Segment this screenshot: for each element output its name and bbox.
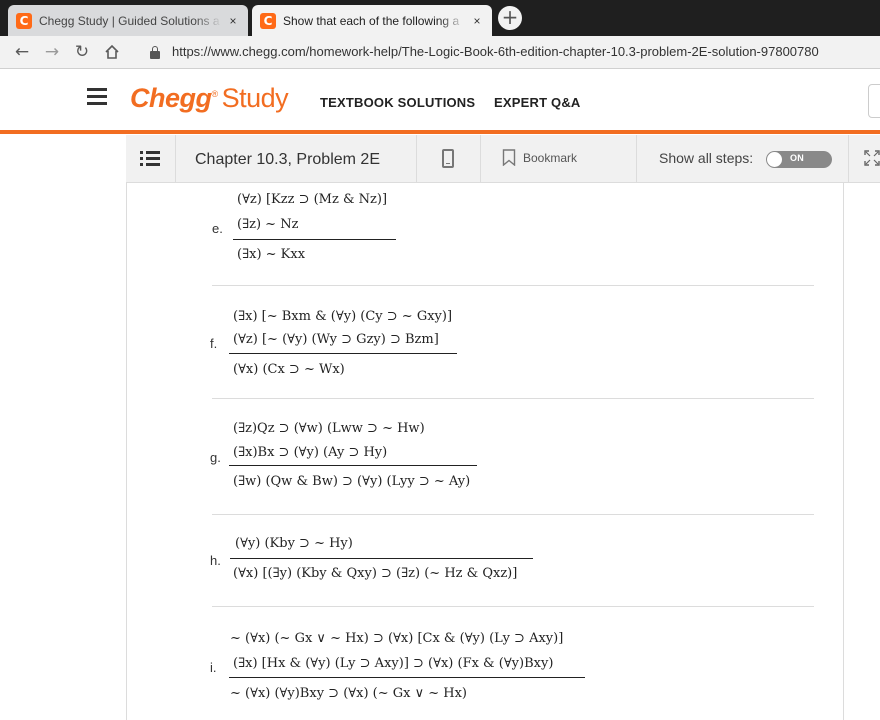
- problem-label: g.: [210, 450, 221, 465]
- conclusion-line: (∃x) ~ Kxx: [237, 247, 306, 262]
- logo-product: Study: [221, 83, 289, 113]
- problem-divider: [212, 285, 814, 286]
- new-tab-button[interactable]: +: [498, 6, 522, 30]
- mobile-view-icon[interactable]: [442, 149, 454, 168]
- logo-brand: Chegg: [130, 83, 212, 113]
- problem-label: e.: [212, 221, 223, 236]
- problem-divider: [212, 514, 814, 515]
- premise-line: (∃z) ~ Nz: [237, 217, 299, 232]
- browser-tab-chegg-study[interactable]: C Chegg Study | Guided Solutions a ×: [8, 5, 248, 36]
- toolbar-divider: [416, 135, 417, 182]
- hamburger-menu-icon[interactable]: [87, 88, 107, 106]
- solution-toolbar: Chapter 10.3, Problem 2E Bookmark Show a…: [126, 135, 880, 183]
- arrow-left-icon[interactable]: ←: [10, 40, 34, 64]
- derivation-rule: [233, 239, 396, 240]
- browser-tabstrip: C Chegg Study | Guided Solutions a × C S…: [0, 0, 880, 36]
- premise-line: (∀z) [~ (∀y) (Wy ⊃ Gzy) ⊃ Bzm]: [233, 332, 439, 347]
- chegg-favicon-icon: C: [16, 12, 32, 29]
- chegg-favicon-icon: C: [260, 12, 276, 29]
- address-bar-url[interactable]: https://www.chegg.com/homework-help/The-…: [172, 44, 819, 59]
- premise-line: (∀y) (Kby ⊃ ~ Hy): [235, 536, 353, 551]
- site-header: Chegg® Study TEXTBOOK SOLUTIONS EXPERT Q&…: [0, 70, 880, 130]
- header-accent-bar: [0, 130, 880, 134]
- tab-title: Chegg Study | Guided Solutions a: [39, 13, 220, 28]
- premise-line: (∃x)Bx ⊃ (∀y) (Ay ⊃ Hy): [233, 445, 388, 460]
- derivation-rule: [230, 558, 533, 559]
- tab-title: Show that each of the following a: [283, 13, 460, 28]
- conclusion-line: (∃w) (Qw & Bw) ⊃ (∀y) (Lyy ⊃ ~ Ay): [233, 474, 471, 489]
- premise-line: (∀z) [Kzz ⊃ (Mz & Nz)]: [237, 192, 388, 207]
- chegg-study-logo[interactable]: Chegg® Study: [130, 83, 289, 114]
- toolbar-divider: [480, 135, 481, 182]
- content-border-left: [126, 183, 127, 720]
- close-icon[interactable]: ×: [470, 14, 484, 28]
- content-border-right: [843, 183, 844, 720]
- list-icon: [140, 150, 160, 166]
- problem-divider: [212, 398, 814, 399]
- chapter-title: Chapter 10.3, Problem 2E: [195, 151, 380, 168]
- browser-toolbar: ← → ↻ https://www.chegg.com/homework-hel…: [0, 36, 880, 69]
- bookmark-icon[interactable]: [502, 149, 516, 166]
- expand-icon[interactable]: [864, 150, 880, 166]
- bookmark-button[interactable]: Bookmark: [523, 151, 577, 165]
- toggle-state: ON: [790, 153, 805, 163]
- table-of-contents-button[interactable]: [126, 135, 176, 182]
- show-all-steps-label: Show all steps:: [659, 150, 754, 166]
- derivation-rule: [229, 465, 477, 466]
- premise-line: (∃z)Qz ⊃ (∀w) (Lww ⊃ ~ Hw): [233, 421, 425, 436]
- toolbar-divider: [636, 135, 637, 182]
- premise-line: (∃x) [~ Bxm & (∀y) (Cy ⊃ ~ Gxy)]: [233, 309, 453, 324]
- conclusion-line: (∀x) (Cx ⊃ ~ Wx): [233, 362, 345, 377]
- show-all-steps-toggle[interactable]: ON: [766, 151, 832, 168]
- derivation-rule: [229, 677, 585, 678]
- search-input[interactable]: [868, 84, 880, 118]
- premise-line: ~ (∀x) (~ Gx ∨ ~ Hx) ⊃ (∀x) [Cx & (∀y) (…: [230, 631, 564, 646]
- problem-divider: [212, 606, 814, 607]
- arrow-right-icon[interactable]: →: [40, 40, 64, 64]
- conclusion-line: (∀x) [(∃y) (Kby & Qxy) ⊃ (∃z) (~ Hz & Qx…: [233, 566, 518, 581]
- nav-textbook-solutions[interactable]: TEXTBOOK SOLUTIONS: [320, 95, 475, 110]
- derivation-rule: [229, 353, 457, 354]
- close-icon[interactable]: ×: [226, 14, 240, 28]
- browser-tab-active[interactable]: C Show that each of the following a ×: [252, 5, 492, 36]
- conclusion-line: ~ (∀x) (∀y)Bxy ⊃ (∀x) (~ Gx ∨ ~ Hx): [230, 686, 468, 701]
- problem-label: i.: [210, 660, 217, 675]
- premise-line: (∃x) [Hx & (∀y) (Ly ⊃ Axy)] ⊃ (∀x) (Fx &…: [233, 656, 554, 671]
- toolbar-divider: [848, 135, 849, 182]
- problem-label: f.: [210, 336, 218, 351]
- problem-label: h.: [210, 553, 221, 568]
- registered-mark-icon: ®: [211, 89, 219, 99]
- lock-icon: [150, 46, 160, 59]
- home-icon[interactable]: [100, 40, 124, 64]
- reload-icon[interactable]: ↻: [70, 40, 94, 64]
- nav-expert-qa[interactable]: EXPERT Q&A: [494, 95, 581, 110]
- toggle-knob: [767, 152, 782, 167]
